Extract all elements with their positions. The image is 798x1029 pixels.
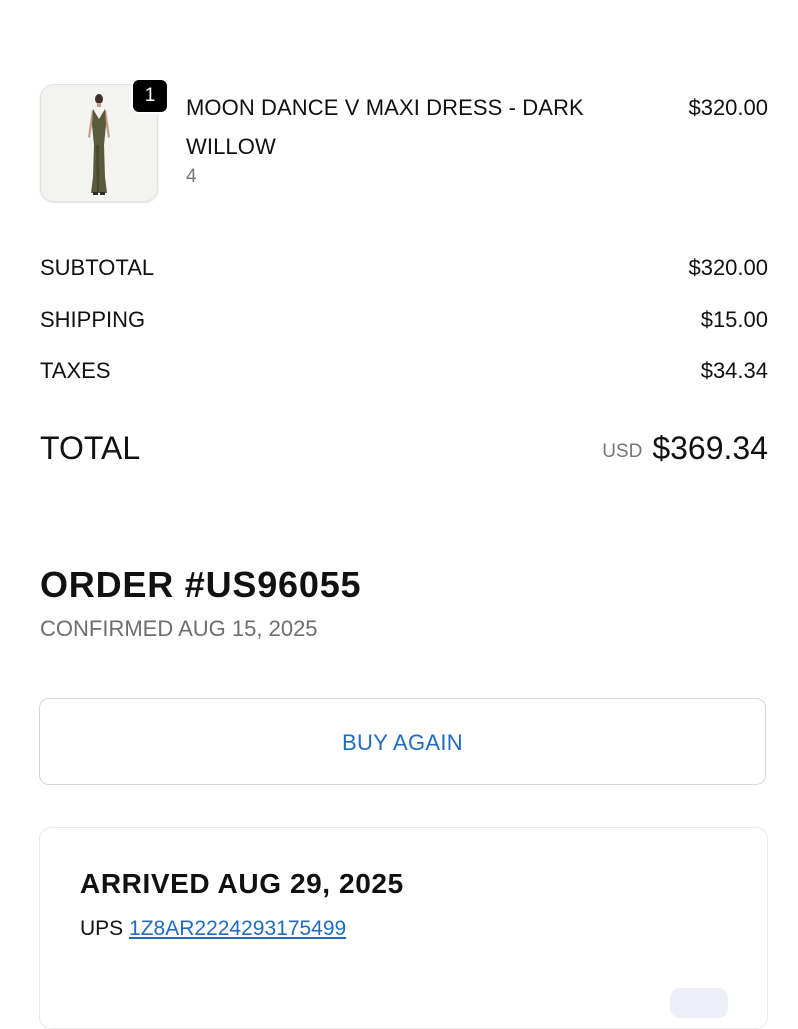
subtotal-row: SUBTOTAL $320.00 <box>40 253 768 283</box>
quantity-badge: 1 <box>131 78 169 114</box>
order-confirmed-date: CONFIRMED AUG 15, 2025 <box>40 616 318 641</box>
carrier-name: UPS <box>80 917 124 940</box>
shipment-status: ARRIVED AUG 29, 2025 <box>80 868 404 899</box>
tracking-number-link[interactable]: 1Z8AR2224293175499 <box>129 917 346 940</box>
product-thumbnail-wrapper: 1 <box>40 78 169 202</box>
total-label: TOTAL <box>40 430 141 466</box>
shipment-chip[interactable] <box>670 988 728 1018</box>
subtotal-label: SUBTOTAL <box>40 255 155 280</box>
shipment-card: ARRIVED AUG 29, 2025 UPS 1Z8AR2224293175… <box>39 827 768 1029</box>
total-value: $369.34 <box>652 430 768 466</box>
buy-again-button[interactable]: BUY AGAIN <box>39 698 766 785</box>
total-currency: USD <box>602 441 643 462</box>
taxes-label: TAXES <box>40 358 111 383</box>
tracking-info: UPS 1Z8AR2224293175499 <box>80 914 346 944</box>
product-variant: 4 <box>186 166 197 187</box>
total-amount: USD $369.34 <box>602 426 768 470</box>
shipping-row: SHIPPING $15.00 <box>40 305 768 335</box>
total-row: TOTAL USD $369.34 <box>40 426 768 470</box>
taxes-row: TAXES $34.34 <box>40 356 768 386</box>
product-price: $320.00 <box>688 95 768 120</box>
taxes-value: $34.34 <box>700 358 768 383</box>
subtotal-value: $320.00 <box>688 255 768 280</box>
shipping-value: $15.00 <box>700 307 768 332</box>
line-item: 1 MOON DANCE V MAXI DRESS - DARK WILLOW … <box>40 78 768 214</box>
product-title: MOON DANCE V MAXI DRESS - DARK WILLOW <box>186 95 584 159</box>
shipping-label: SHIPPING <box>40 307 146 332</box>
order-title: ORDER #US96055 <box>40 564 362 605</box>
